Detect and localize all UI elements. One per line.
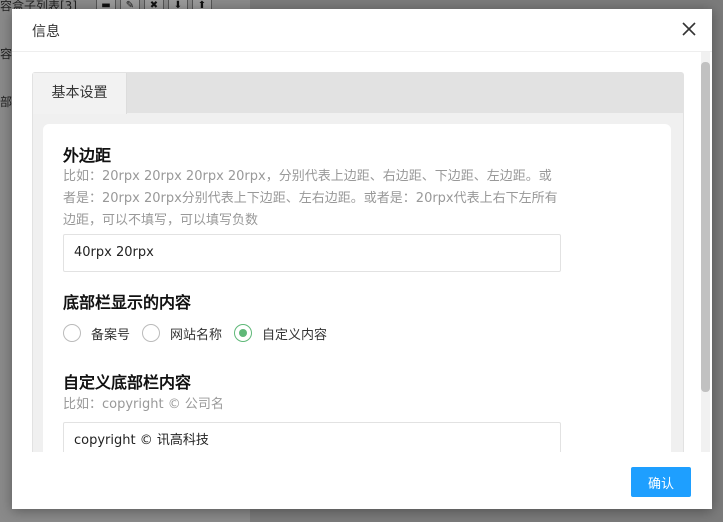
radio-record-number[interactable]: 备案号 <box>63 324 130 343</box>
dialog-footer: 确认 <box>12 452 712 509</box>
radio-circle[interactable] <box>63 324 81 342</box>
settings-form: 外边距 比如：20rpx 20rpx 20rpx 20rpx，分别代表上边距、右… <box>43 124 671 452</box>
dialog-title: 信息 <box>32 24 60 40</box>
margin-label: 外边距 <box>63 146 112 165</box>
radio-label: 网站名称 <box>170 327 223 343</box>
custom-footer-label: 自定义底部栏内容 <box>63 373 192 392</box>
info-dialog: 信息 基本设置 外边距 比如：20rpx 20rpx 20rpx 20rpx，分… <box>12 9 712 509</box>
radio-label: 备案号 <box>91 327 131 343</box>
tab-container: 基本设置 外边距 比如：20rpx 20rpx 20rpx 20rpx，分别代表… <box>32 72 684 452</box>
tab-bar: 基本设置 <box>33 73 683 114</box>
footer-content-label: 底部栏显示的内容 <box>63 293 192 312</box>
radio-circle[interactable] <box>142 324 161 342</box>
background-text: 部 <box>0 95 13 109</box>
confirm-button[interactable]: 确认 <box>631 467 691 497</box>
radio-site-name[interactable]: 网站名称 <box>142 324 222 343</box>
margin-hint: 比如：20rpx 20rpx 20rpx 20rpx，分别代表上边距、右边距、下… <box>63 169 558 228</box>
custom-footer-input[interactable]: copyright © 讯高科技 <box>63 422 561 452</box>
close-icon[interactable] <box>680 20 698 38</box>
vertical-scrollbar[interactable] <box>701 52 710 452</box>
radio-circle-checked[interactable] <box>234 324 253 342</box>
dialog-header: 信息 <box>12 9 712 52</box>
footer-content-radio-group: 备案号 网站名称 自定义内容 <box>63 321 339 345</box>
radio-label: 自定义内容 <box>262 327 328 343</box>
radio-custom-content[interactable]: 自定义内容 <box>234 324 327 343</box>
scrollbar-thumb[interactable] <box>701 62 710 392</box>
custom-footer-hint: 比如：copyright © 公司名 <box>63 397 224 412</box>
dialog-body: 基本设置 外边距 比如：20rpx 20rpx 20rpx 20rpx，分别代表… <box>12 52 712 452</box>
margin-input[interactable]: 40rpx 20rpx <box>63 234 561 272</box>
background-text: 容 <box>0 47 13 61</box>
tab-basic-settings[interactable]: 基本设置 <box>33 73 127 114</box>
